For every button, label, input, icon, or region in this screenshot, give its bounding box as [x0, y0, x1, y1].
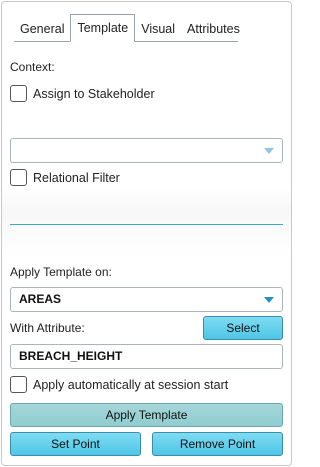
context-label: Context:: [10, 60, 55, 74]
apply-automatically-label: Apply automatically at session start: [33, 377, 229, 392]
tab-bar: General Template Visual Attributes: [14, 14, 240, 42]
apply-automatically-checkbox[interactable]: [10, 376, 27, 393]
remove-point-button[interactable]: Remove Point: [152, 432, 283, 456]
select-button[interactable]: Select: [203, 316, 283, 340]
attribute-field[interactable]: BREACH_HEIGHT: [10, 344, 283, 369]
apply-automatically-row[interactable]: Apply automatically at session start: [10, 376, 228, 393]
relational-filter-row[interactable]: Relational Filter: [10, 169, 120, 186]
stakeholder-dropdown[interactable]: [10, 138, 283, 163]
target-dropdown[interactable]: AREAS: [10, 287, 283, 312]
tab-attributes[interactable]: Attributes: [181, 17, 246, 41]
relational-filter-checkbox[interactable]: [10, 169, 27, 186]
assign-stakeholder-row[interactable]: Assign to Stakeholder: [10, 85, 155, 102]
tab-general[interactable]: General: [14, 17, 70, 41]
assign-stakeholder-label: Assign to Stakeholder: [33, 86, 155, 101]
apply-template-button[interactable]: Apply Template: [10, 403, 283, 427]
tab-template[interactable]: Template: [70, 14, 136, 42]
filter-text-underline[interactable]: [10, 224, 283, 225]
assign-stakeholder-checkbox[interactable]: [10, 85, 27, 102]
chevron-down-icon: [264, 148, 274, 154]
tab-visual[interactable]: Visual: [135, 17, 181, 41]
attribute-field-value: BREACH_HEIGHT: [19, 349, 123, 363]
apply-template-on-label: Apply Template on:: [10, 265, 112, 279]
relational-filter-label: Relational Filter: [33, 170, 120, 185]
chevron-down-icon: [264, 297, 274, 303]
set-point-button[interactable]: Set Point: [10, 432, 141, 456]
with-attribute-label: With Attribute:: [10, 321, 85, 335]
target-dropdown-value: AREAS: [19, 292, 62, 306]
